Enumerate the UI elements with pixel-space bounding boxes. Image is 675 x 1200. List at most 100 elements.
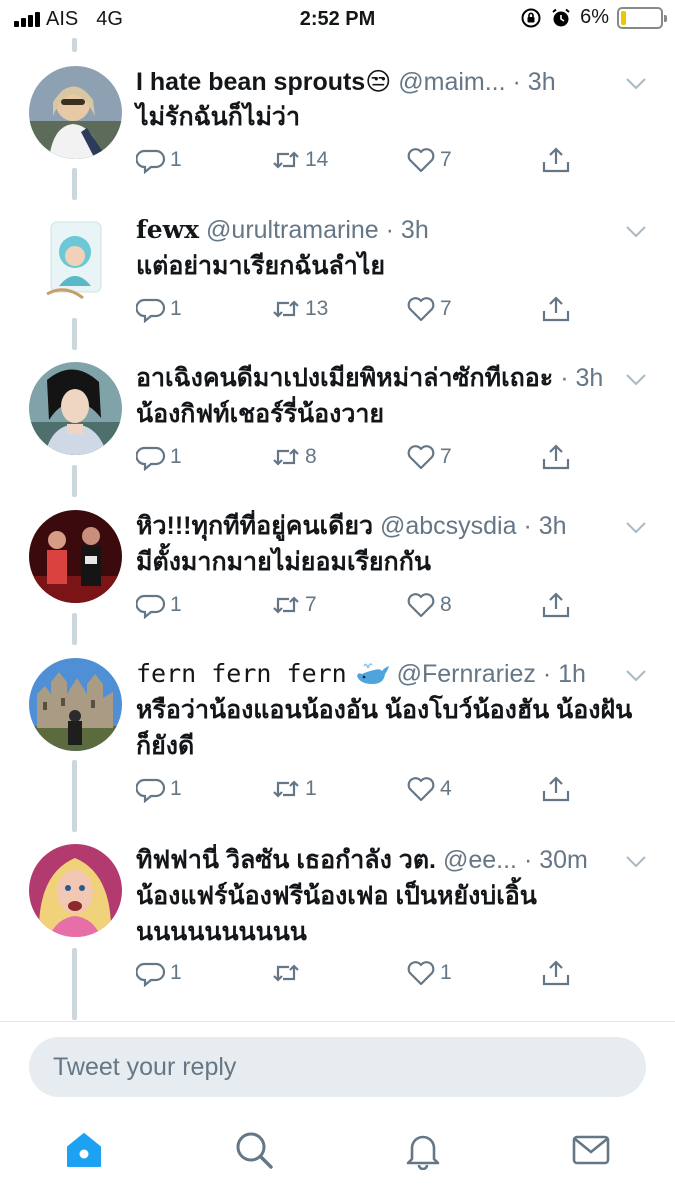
notifications-icon bbox=[406, 1135, 440, 1171]
handle[interactable]: @maim... bbox=[398, 68, 505, 96]
share-button[interactable] bbox=[541, 590, 581, 620]
avatar[interactable] bbox=[29, 510, 122, 603]
timestamp[interactable]: · 3h bbox=[560, 364, 603, 392]
chevron-down-icon[interactable] bbox=[625, 372, 647, 388]
reply-button[interactable]: 1 bbox=[136, 774, 271, 804]
share-button[interactable] bbox=[541, 442, 581, 472]
reply-input[interactable]: Tweet your reply bbox=[29, 1037, 646, 1097]
timestamp[interactable]: · 3h bbox=[386, 216, 429, 244]
display-name[interactable]: fern fern fern bbox=[136, 659, 347, 688]
like-count: 4 bbox=[440, 777, 452, 800]
battery-percent: 6% bbox=[580, 6, 609, 28]
tab-messages[interactable] bbox=[571, 1130, 611, 1170]
tweet-text-line: น้องแฟร์น้องฟรีน้องเฟอ เป็นหยังบ่เอิ้น bbox=[136, 882, 537, 910]
reply-count: 1 bbox=[170, 961, 182, 984]
heart-icon bbox=[407, 445, 435, 470]
share-icon bbox=[542, 776, 570, 802]
handle[interactable]: @Fernrariez bbox=[397, 660, 536, 688]
timestamp[interactable]: · 3h bbox=[513, 68, 556, 96]
like-button[interactable]: 7 bbox=[406, 294, 541, 324]
reply-button[interactable]: 1 bbox=[136, 590, 271, 620]
retweet-button[interactable]: 1 bbox=[271, 774, 406, 804]
display-name[interactable]: ทิฟฟานี่ วิลซัน เธอกำลัง วต. bbox=[136, 846, 436, 874]
share-icon bbox=[542, 296, 570, 322]
avatar[interactable] bbox=[29, 844, 122, 937]
retweet-button[interactable]: 7 bbox=[271, 590, 406, 620]
retweet-count: 1 bbox=[305, 777, 317, 800]
reply-button[interactable]: 1 bbox=[136, 442, 271, 472]
retweet-icon bbox=[273, 300, 299, 318]
retweet-button[interactable]: 13 bbox=[271, 294, 406, 324]
handle[interactable]: @urultramarine bbox=[206, 216, 379, 244]
reply-button[interactable]: 1 bbox=[136, 958, 271, 988]
reply-button[interactable]: 1 bbox=[136, 145, 271, 175]
like-button[interactable]: 7 bbox=[406, 145, 541, 175]
reply-count: 1 bbox=[170, 148, 182, 171]
like-button[interactable]: 8 bbox=[406, 590, 541, 620]
share-button[interactable] bbox=[541, 958, 581, 988]
chevron-down-icon[interactable] bbox=[625, 224, 647, 240]
display-name[interactable]: หิว!!!ทุกทีที่อยู่คนเดียว bbox=[136, 512, 373, 540]
reply-icon bbox=[136, 778, 166, 803]
avatar[interactable] bbox=[29, 658, 122, 751]
status-bar: AIS 4G 2:52 PM 6% bbox=[0, 0, 675, 38]
share-icon bbox=[542, 444, 570, 470]
reply-count: 1 bbox=[170, 297, 182, 320]
like-button[interactable]: 1 bbox=[406, 958, 541, 988]
tweet-text: ไม่รักฉันก็ไม่ว่า bbox=[136, 103, 301, 131]
retweet-icon bbox=[273, 448, 299, 466]
reply-button[interactable]: 1 bbox=[136, 294, 271, 324]
timestamp[interactable]: · 3h bbox=[523, 512, 566, 540]
retweet-button[interactable]: 14 bbox=[271, 145, 406, 175]
tab-search[interactable] bbox=[234, 1130, 274, 1170]
avatar[interactable] bbox=[29, 362, 122, 455]
share-icon bbox=[542, 960, 570, 986]
retweet-button[interactable] bbox=[271, 958, 406, 988]
home-icon bbox=[67, 1133, 101, 1167]
avatar[interactable] bbox=[29, 214, 122, 307]
handle[interactable]: @abcsysdia bbox=[380, 512, 517, 540]
search-icon bbox=[236, 1132, 273, 1169]
retweet-icon bbox=[273, 151, 299, 169]
handle[interactable]: @ee... bbox=[443, 846, 517, 874]
chevron-down-icon[interactable] bbox=[625, 520, 647, 536]
timestamp[interactable]: · 30m bbox=[524, 846, 588, 874]
reply-count: 1 bbox=[170, 593, 182, 616]
reply-icon bbox=[136, 446, 166, 471]
reply-icon bbox=[136, 298, 166, 323]
tab-notifications[interactable] bbox=[403, 1130, 443, 1171]
share-button[interactable] bbox=[541, 294, 581, 324]
retweet-count: 14 bbox=[305, 148, 329, 171]
chevron-down-icon[interactable] bbox=[625, 854, 647, 870]
tab-home[interactable] bbox=[64, 1130, 104, 1170]
like-count: 1 bbox=[440, 961, 452, 984]
like-count: 8 bbox=[440, 593, 452, 616]
like-button[interactable]: 4 bbox=[406, 774, 541, 804]
emoji: 😒 bbox=[365, 68, 392, 96]
signal-icon bbox=[14, 11, 40, 27]
avatar[interactable] bbox=[29, 66, 122, 159]
tweet-text-line: หรือว่าน้องแอนน้องอัน น้องโบว์น้องฮัน น้… bbox=[136, 696, 633, 724]
reply-placeholder: Tweet your reply bbox=[53, 1052, 237, 1081]
share-button[interactable] bbox=[541, 145, 581, 175]
messages-icon bbox=[572, 1135, 610, 1165]
chevron-down-icon[interactable] bbox=[625, 668, 647, 684]
whale-emoji-icon bbox=[356, 663, 389, 684]
tweet-text-line: ก็ยังดี bbox=[136, 732, 195, 760]
heart-icon bbox=[407, 297, 435, 322]
display-name[interactable]: fewx bbox=[136, 215, 199, 244]
share-icon bbox=[542, 147, 570, 173]
retweet-count: 13 bbox=[305, 297, 329, 320]
chevron-down-icon[interactable] bbox=[625, 76, 647, 92]
like-button[interactable]: 7 bbox=[406, 442, 541, 472]
share-button[interactable] bbox=[541, 774, 581, 804]
retweet-button[interactable]: 8 bbox=[271, 442, 406, 472]
like-count: 7 bbox=[440, 297, 452, 320]
retweet-icon bbox=[273, 596, 299, 614]
display-name[interactable]: I hate bean sprouts bbox=[136, 68, 365, 96]
heart-icon bbox=[407, 961, 435, 986]
timestamp[interactable]: · 1h bbox=[543, 660, 586, 688]
reply-icon bbox=[136, 962, 166, 987]
display-name[interactable]: อาเฉิงคนดีมาเปงเมียพิหม่าล่าซักทีเถอะ bbox=[136, 364, 553, 392]
rotation-lock-icon bbox=[521, 8, 541, 27]
